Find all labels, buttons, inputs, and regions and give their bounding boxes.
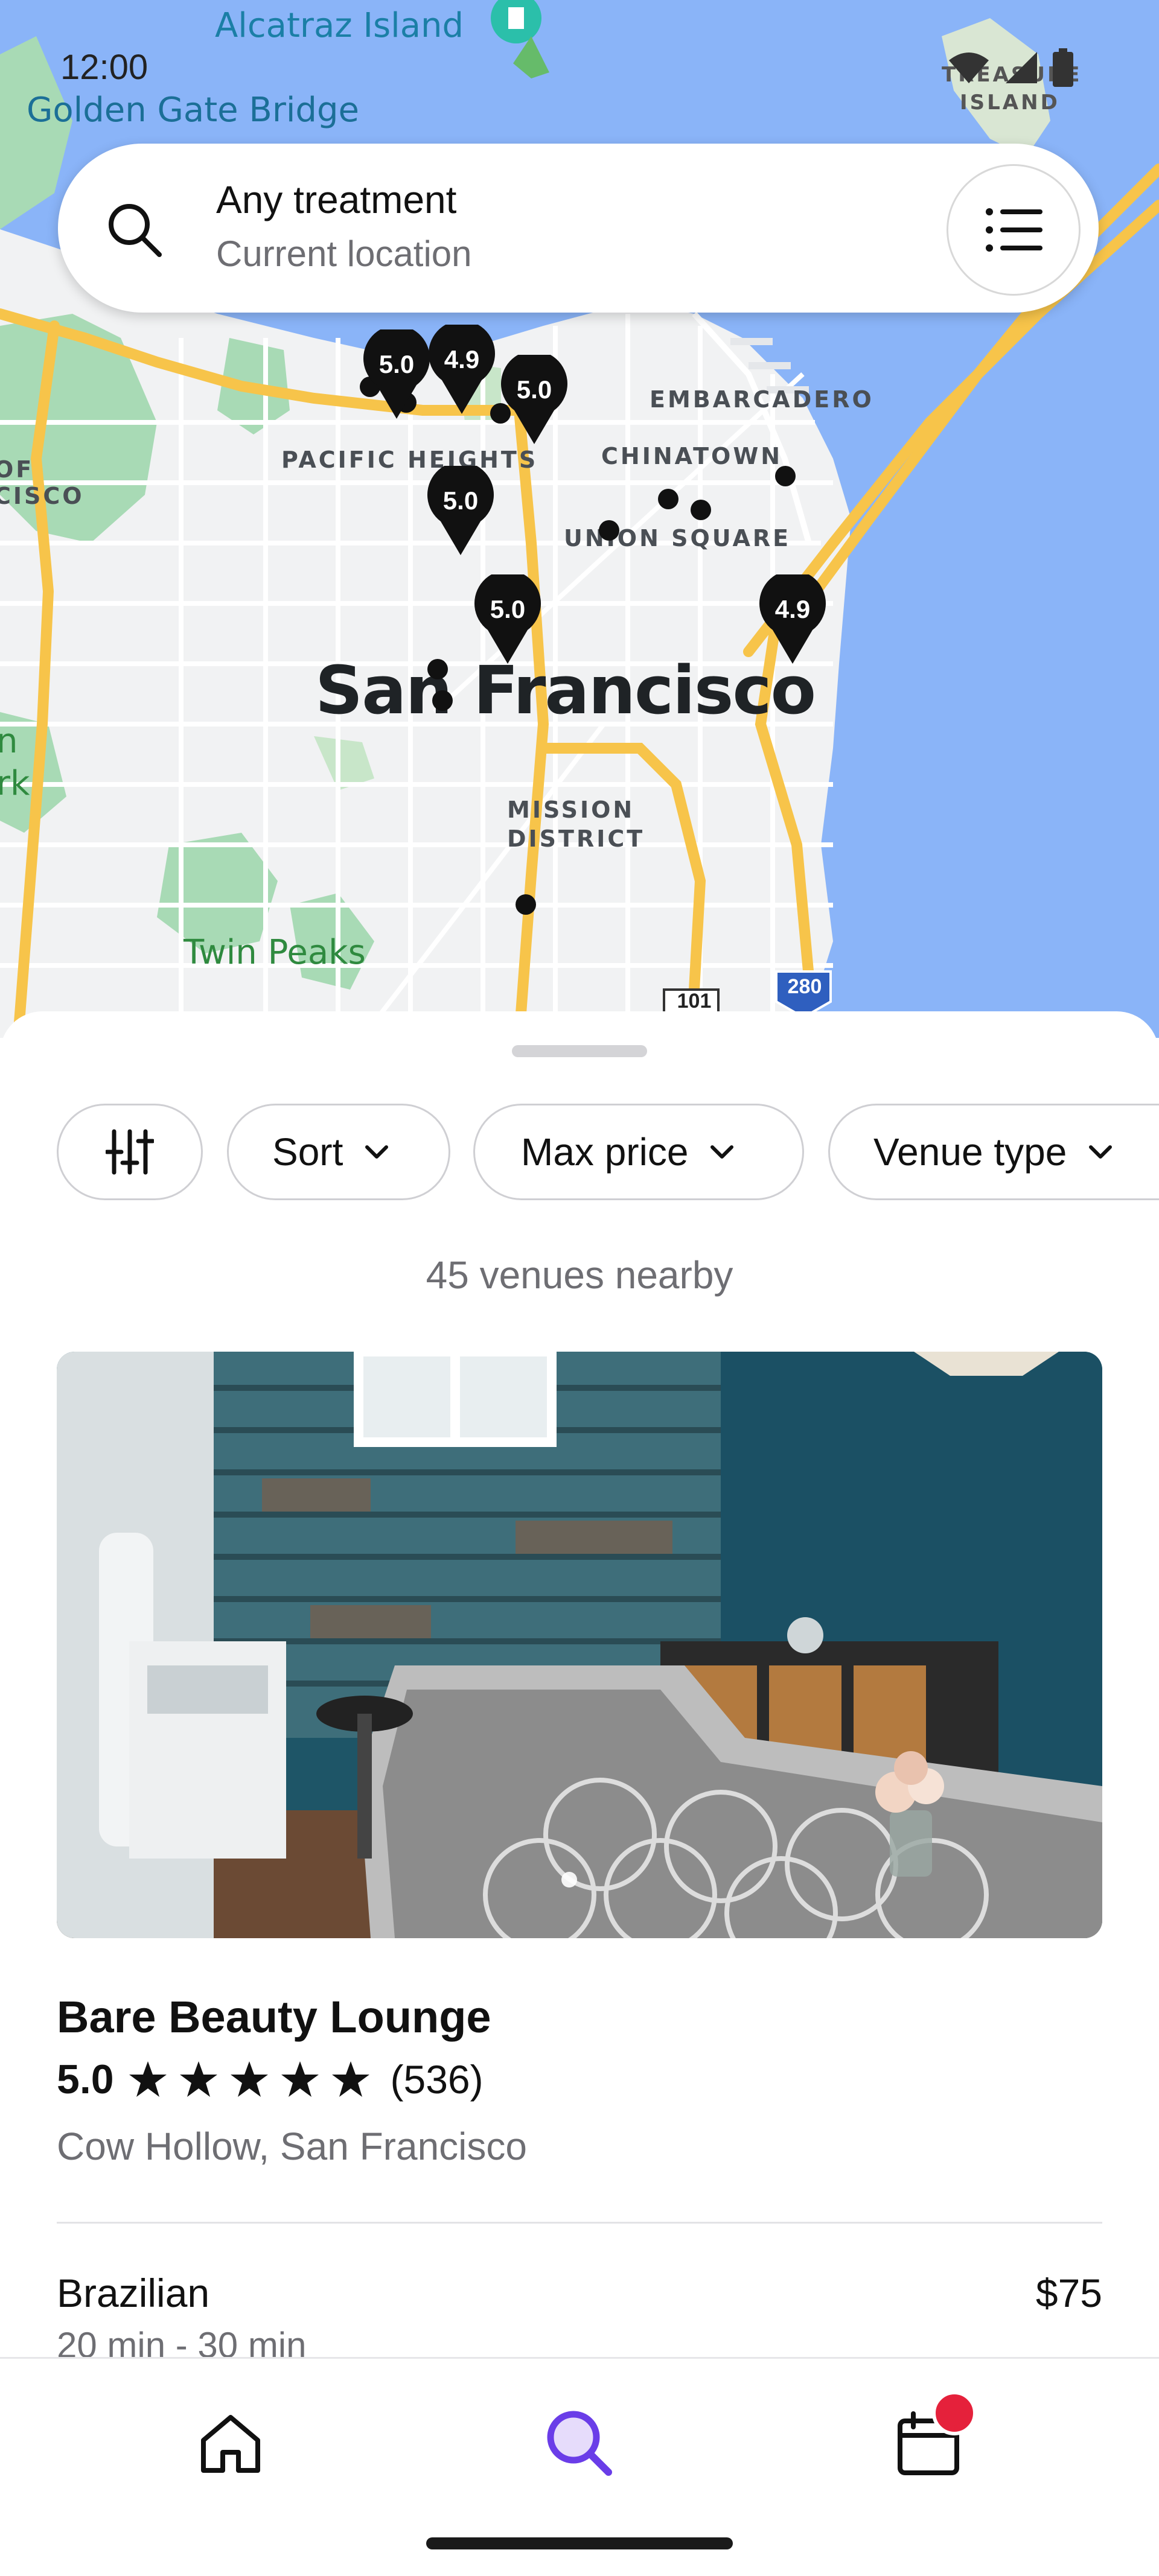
signal-icon bbox=[1006, 52, 1037, 83]
map-venue-dot[interactable] bbox=[427, 659, 448, 679]
map-venue-dot[interactable] bbox=[432, 690, 453, 711]
results-sheet: Sort Max price Venue type 45 venues near… bbox=[0, 1011, 1159, 2574]
filter-sliders-icon bbox=[106, 1129, 154, 1175]
nav-home[interactable] bbox=[182, 2395, 279, 2492]
star-icon bbox=[129, 2061, 167, 2097]
service-price: $75 bbox=[1035, 2271, 1102, 2315]
review-count: (536) bbox=[390, 2057, 484, 2102]
map-label-presidio: OF bbox=[0, 456, 34, 483]
map-pin[interactable]: 4.9 bbox=[429, 325, 495, 415]
map-label-chinatown: CHINATOWN bbox=[601, 443, 783, 469]
map-label-park-fragment-2: n bbox=[0, 722, 18, 761]
search-bar[interactable]: Any treatment Current location bbox=[58, 144, 1099, 313]
home-icon bbox=[201, 2415, 260, 2473]
battery-icon bbox=[1053, 48, 1073, 87]
venue-type-dropdown[interactable]: Venue type bbox=[828, 1104, 1159, 1200]
map-pin-rating: 4.9 bbox=[774, 595, 811, 623]
map-venue-dot[interactable] bbox=[599, 520, 619, 541]
search-icon bbox=[109, 204, 162, 257]
map-label-treasure-island-2: ISLAND bbox=[960, 91, 1060, 115]
treatment-room-image bbox=[57, 1352, 1102, 1938]
rating-value: 5.0 bbox=[57, 2056, 114, 2102]
map-label-mission-2: DISTRICT bbox=[507, 825, 645, 852]
map-pin-rating: 5.0 bbox=[490, 595, 526, 623]
list-view-button[interactable] bbox=[947, 164, 1081, 296]
venue-rating: 5.0 (536) bbox=[57, 2055, 484, 2104]
chevron-down-icon bbox=[1089, 1145, 1113, 1159]
map-venue-dot[interactable] bbox=[775, 466, 796, 486]
status-time: 12:00 bbox=[60, 48, 148, 87]
map-label-union-square: UNION SQUARE bbox=[564, 525, 791, 552]
map-label-twin-peaks: Twin Peaks bbox=[184, 933, 366, 972]
map-pin-rating: 5.0 bbox=[516, 375, 552, 404]
service-name[interactable]: Brazilian bbox=[57, 2270, 209, 2316]
map-label-presidio-2: CISCO bbox=[0, 483, 85, 509]
star-icon bbox=[331, 2061, 369, 2097]
map-pin[interactable]: 5.0 bbox=[363, 329, 430, 420]
home-indicator bbox=[426, 2537, 733, 2549]
venue-photo[interactable] bbox=[57, 1352, 1102, 1938]
venue-type-label: Venue type bbox=[873, 1130, 1067, 1174]
notification-badge bbox=[932, 2391, 977, 2435]
filters-button[interactable] bbox=[57, 1104, 203, 1200]
carousel-indicator bbox=[561, 1872, 577, 1887]
map-label-embarcadero: EMBARCADERO bbox=[650, 386, 874, 413]
star-icon bbox=[179, 2061, 217, 2097]
map-pin[interactable]: 5.0 bbox=[474, 574, 541, 665]
map-label-hwy-280: 280 bbox=[787, 975, 822, 998]
sort-dropdown[interactable]: Sort bbox=[227, 1104, 450, 1200]
results-count: 45 venues nearby bbox=[426, 1253, 733, 1297]
map-venue-dot[interactable] bbox=[516, 894, 536, 915]
search-location: Current location bbox=[216, 234, 472, 274]
chevron-down-icon bbox=[365, 1145, 389, 1159]
map-pin[interactable]: 5.0 bbox=[501, 355, 567, 445]
search-treatment: Any treatment bbox=[216, 178, 457, 221]
star-icon bbox=[281, 2061, 319, 2097]
star-icon bbox=[230, 2061, 268, 2097]
bottom-nav bbox=[0, 2357, 1159, 2576]
map-label-mission: MISSION bbox=[507, 797, 635, 823]
chevron-down-icon bbox=[710, 1145, 734, 1159]
map-label-hwy-101: 101 bbox=[677, 990, 712, 1013]
map-label-pacific-heights: PACIFIC HEIGHTS bbox=[281, 447, 538, 473]
venue-name[interactable]: Bare Beauty Lounge bbox=[57, 1991, 491, 2043]
map-pin-rating: 5.0 bbox=[442, 486, 479, 515]
divider bbox=[57, 2222, 1102, 2224]
sort-label: Sort bbox=[272, 1130, 343, 1174]
sheet-drag-handle[interactable] bbox=[512, 1045, 647, 1057]
max-price-dropdown[interactable]: Max price bbox=[473, 1104, 804, 1200]
list-icon bbox=[986, 208, 1042, 252]
map-label-golden-gate: Golden Gate Bridge bbox=[27, 91, 359, 130]
wifi-icon bbox=[949, 52, 989, 83]
venue-location: Cow Hollow, San Francisco bbox=[57, 2125, 527, 2168]
status-icons bbox=[948, 48, 1073, 87]
map-venue-dot[interactable] bbox=[691, 500, 711, 520]
map-venue-dot[interactable] bbox=[658, 489, 678, 509]
map-label-park-fragment: rk bbox=[0, 764, 30, 803]
search-icon bbox=[547, 2411, 612, 2476]
map-pin-rating: 4.9 bbox=[444, 345, 480, 374]
max-price-label: Max price bbox=[521, 1130, 689, 1174]
map-pin-rating: 5.0 bbox=[378, 350, 415, 378]
map-pin[interactable]: 4.9 bbox=[759, 574, 826, 665]
map-label-city: San Francisco bbox=[315, 652, 816, 729]
nav-search[interactable] bbox=[531, 2395, 628, 2492]
map-label-alcatraz: Alcatraz Island bbox=[215, 6, 464, 45]
map-pin[interactable]: 5.0 bbox=[427, 466, 494, 556]
